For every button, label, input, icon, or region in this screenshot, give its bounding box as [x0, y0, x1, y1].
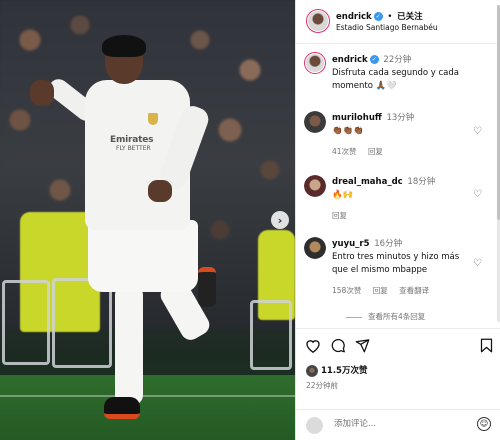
verified-icon: ✓	[369, 55, 379, 64]
post-location[interactable]: Estadio Santiago Bernabéu	[336, 23, 438, 32]
player-hand	[148, 180, 172, 202]
comment-item: yuyu_r5 16分钟 Entro tres minutos y hizo m…	[332, 238, 462, 296]
jersey-sponsor: Emirates	[110, 135, 154, 145]
jersey-sponsor-sub: FLY BETTER	[116, 145, 151, 152]
comment-item: murilohuff 13分钟 👏🏾👏🏾👏🏾 41次赞 回复	[332, 112, 482, 157]
comment-likes[interactable]: 41次赞	[332, 147, 357, 156]
comment-time[interactable]: 13分钟	[386, 113, 414, 123]
post-photo[interactable]: Emirates FLY BETTER ›	[0, 0, 295, 440]
comment-text: 👏🏾👏🏾👏🏾	[332, 126, 364, 136]
reply-button[interactable]: 回复	[332, 211, 347, 220]
comment-text: 🔥🙌	[332, 190, 354, 200]
follow-status-button[interactable]: 已关注	[397, 12, 423, 22]
share-icon[interactable]	[355, 338, 370, 357]
comment-username[interactable]: dreal_maha_dc	[332, 177, 403, 187]
comment-time[interactable]: 16分钟	[374, 239, 402, 249]
heart-icon[interactable]: ♡	[473, 258, 482, 269]
avatar[interactable]	[306, 9, 330, 33]
next-photo-button[interactable]: ›	[271, 211, 289, 229]
post-actions: 11.5万次赞 22分钟前 ☺	[296, 328, 500, 438]
caption-text: Disfruta cada segundo y cada momento 🙏🏾🤍	[332, 68, 459, 91]
emoji-icon[interactable]: ☺	[477, 417, 491, 431]
player-boot	[198, 267, 216, 307]
post-modal: Emirates FLY BETTER › endrick ✓ • 已关注 Est…	[0, 0, 500, 440]
view-all-replies-button[interactable]: 查看所有4条回复	[346, 311, 425, 322]
comment-time[interactable]: 18分钟	[407, 177, 435, 187]
bench-chair	[250, 300, 292, 370]
post-side-panel: endrick ✓ • 已关注 Estadio Santiago Bernabéu…	[295, 0, 500, 440]
comment-item: dreal_maha_dc 18分钟 🔥🙌 回复	[332, 176, 482, 221]
club-crest	[148, 113, 158, 125]
heart-icon[interactable]: ♡	[473, 126, 482, 137]
likes-summary[interactable]: 11.5万次赞	[306, 364, 367, 377]
reply-button[interactable]: 回复	[368, 147, 383, 156]
player-hair	[102, 35, 146, 57]
heart-icon[interactable]	[305, 338, 321, 357]
comment-username[interactable]: murilohuff	[332, 113, 382, 123]
post-header: endrick ✓ • 已关注 Estadio Santiago Bernabéu	[296, 0, 500, 44]
caption-time[interactable]: 22分钟	[383, 55, 411, 65]
football-player: Emirates FLY BETTER	[30, 35, 230, 430]
caption-username[interactable]: endrick	[332, 55, 368, 65]
translate-button[interactable]: 查看翻译	[399, 286, 429, 295]
chevron-right-icon: ›	[277, 213, 283, 227]
player-hand	[30, 80, 54, 106]
comment-input[interactable]	[334, 419, 464, 429]
post-time[interactable]: 22分钟前	[306, 380, 338, 391]
player-leg	[115, 285, 143, 405]
heart-icon[interactable]: ♡	[473, 189, 482, 200]
comment-text: Entro tres minutos y hizo más que el mis…	[332, 252, 460, 275]
comment-likes[interactable]: 158次赞	[332, 286, 361, 295]
avatar[interactable]	[304, 111, 326, 133]
separator: •	[387, 12, 393, 22]
player-boot	[104, 397, 140, 419]
caption: endrick ✓ 22分钟 Disfruta cada segundo y ca…	[332, 54, 492, 93]
comment-username[interactable]: yuyu_r5	[332, 239, 370, 249]
avatar	[306, 364, 318, 377]
avatar[interactable]	[304, 52, 326, 74]
author-username[interactable]: endrick	[336, 12, 372, 22]
reply-button[interactable]: 回复	[373, 286, 388, 295]
avatar[interactable]	[304, 175, 326, 197]
comment-icon[interactable]	[330, 338, 346, 357]
likes-count[interactable]: 11.5万次赞	[321, 366, 367, 376]
comment-bar: ☺	[296, 409, 500, 439]
verified-icon: ✓	[373, 12, 383, 21]
avatar	[306, 417, 323, 434]
bookmark-icon[interactable]	[480, 338, 493, 357]
player-shorts	[88, 220, 198, 292]
avatar[interactable]	[304, 237, 326, 259]
